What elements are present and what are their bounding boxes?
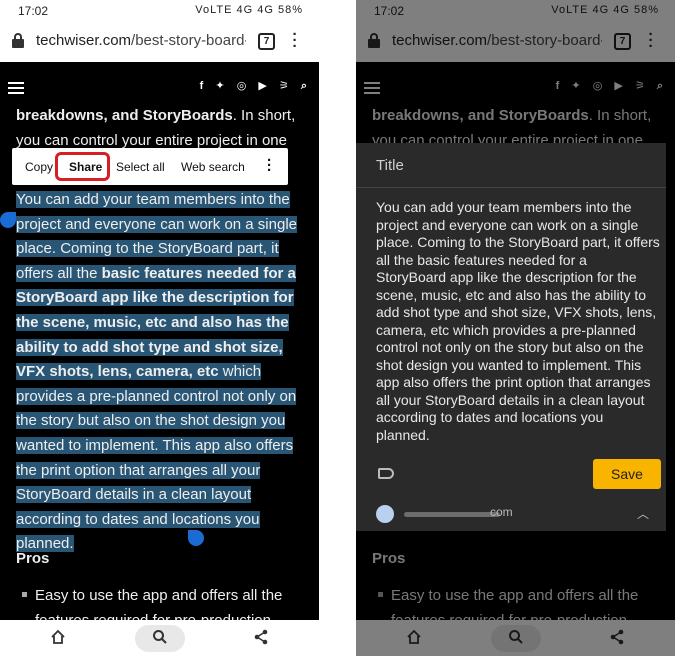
label-icon[interactable] <box>378 468 394 479</box>
chevron-up-icon[interactable]: ︿ <box>637 505 649 522</box>
account-email-suffix: com <box>490 505 513 519</box>
status-time: 17:02 <box>18 4 49 18</box>
avatar <box>376 505 394 523</box>
article-lead-paragraph: breakdowns, and StoryBoards. In short, y… <box>16 107 296 149</box>
right-phone-screen: 17:02 VoLTE 4G 4G 58% techwiser.com/best… <box>356 0 675 656</box>
selection-start-handle[interactable] <box>0 212 16 228</box>
tab-switcher-button[interactable]: 7 <box>258 33 275 50</box>
browser-menu-icon[interactable]: ··· <box>292 27 298 54</box>
text-selection-toolbar: Copy Share Select all Web search · · · <box>12 148 288 185</box>
bullet-icon <box>22 592 27 597</box>
select-all-button[interactable]: Select all <box>116 160 165 174</box>
web-search-button[interactable]: Web search <box>181 160 245 174</box>
hamburger-menu-icon[interactable] <box>8 82 24 94</box>
copy-button[interactable]: Copy <box>25 160 53 174</box>
facebook-icon[interactable]: f <box>200 80 204 92</box>
selected-paragraph[interactable]: You can add your team members into the p… <box>16 188 308 557</box>
status-bar: 17:02 VoLTE 4G 4G 58% <box>0 0 319 22</box>
search-icon[interactable]: ⌕ <box>301 80 307 92</box>
share-icon[interactable] <box>253 629 269 645</box>
note-title-field[interactable]: Title <box>376 157 404 174</box>
save-button[interactable]: Save <box>593 459 661 489</box>
keep-note-sheet: Title You can add your team members into… <box>356 143 666 531</box>
account-email-blurred <box>404 512 500 517</box>
share-button[interactable]: Share <box>69 160 102 174</box>
battery-level: 58% <box>277 4 303 16</box>
selection-end-handle[interactable] <box>188 530 204 546</box>
social-icons: f ✦ ◎ ▶ ⚞ ⌕ <box>191 79 307 93</box>
search-icon[interactable] <box>152 629 168 645</box>
bottom-navigation <box>0 620 319 656</box>
more-options-icon[interactable]: · · · <box>267 153 272 178</box>
status-icons: VoLTE 4G 4G 58% <box>195 4 303 16</box>
left-phone-screen: 17:02 VoLTE 4G 4G 58% techwiser.com/best… <box>0 0 319 656</box>
signal-icons: VoLTE 4G 4G <box>195 4 274 16</box>
twitter-icon[interactable]: ✦ <box>215 80 224 92</box>
note-body-field[interactable]: You can add your team members into the p… <box>376 199 660 444</box>
lock-icon <box>12 33 24 48</box>
youtube-icon[interactable]: ▶ <box>258 80 266 92</box>
sheet-divider <box>356 187 666 188</box>
url-text[interactable]: techwiser.com/best-story-board- <box>36 32 246 49</box>
instagram-icon[interactable]: ◎ <box>237 80 247 92</box>
url-bar[interactable]: techwiser.com/best-story-board- 7 ··· <box>0 22 319 62</box>
pros-heading: Pros <box>16 550 50 567</box>
site-navigation: f ✦ ◎ ▶ ⚞ ⌕ <box>0 62 319 100</box>
home-icon[interactable] <box>50 629 66 645</box>
rss-icon[interactable]: ⚞ <box>279 80 289 92</box>
